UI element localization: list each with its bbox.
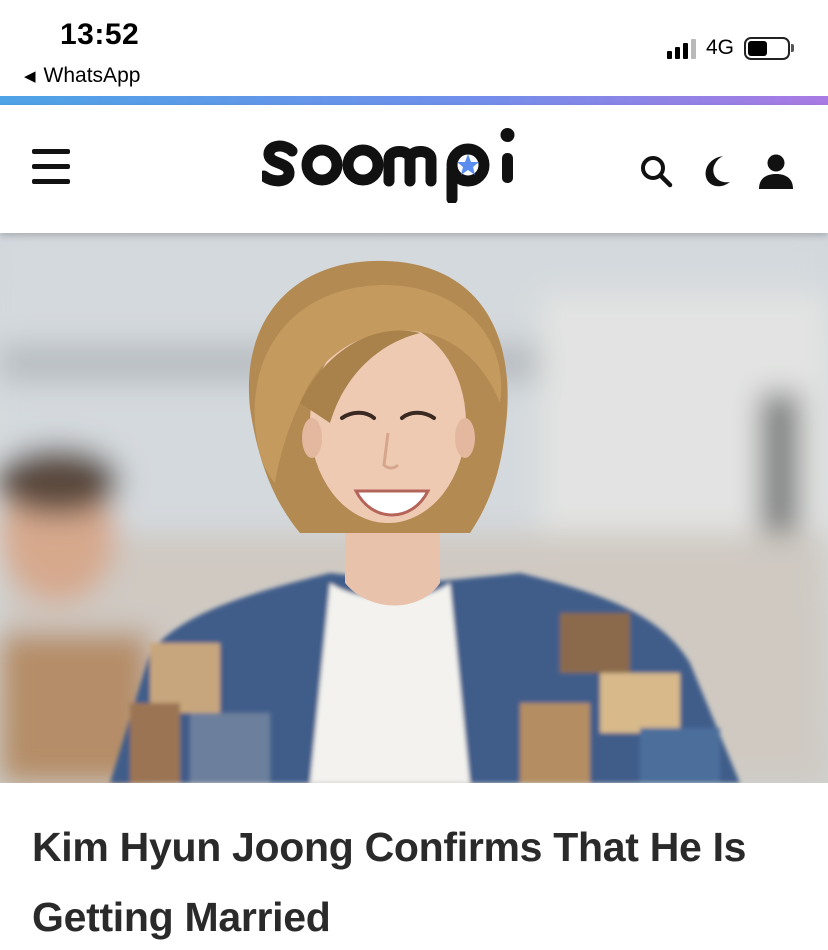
- battery-icon: [744, 36, 794, 60]
- moon-icon[interactable]: [696, 151, 736, 191]
- site-header: soompi: [0, 105, 828, 233]
- status-bar: 13:52 ◀ WhatsApp 4G: [0, 0, 828, 96]
- menu-icon[interactable]: [32, 147, 72, 187]
- accent-gradient-bar: [0, 96, 828, 105]
- battery-level-fill: [748, 40, 767, 56]
- soompi-logo[interactable]: soompi: [262, 121, 524, 203]
- back-to-app-link[interactable]: ◀ WhatsApp: [24, 64, 140, 88]
- article-hero-image: [0, 233, 828, 783]
- status-time: 13:52: [60, 18, 140, 51]
- network-type: 4G: [705, 36, 734, 59]
- search-icon[interactable]: [636, 151, 676, 191]
- status-indicators: 4G: [666, 36, 794, 60]
- back-arrow-icon: ◀: [24, 68, 36, 85]
- signal-strength-icon: [666, 37, 696, 59]
- user-icon[interactable]: [756, 151, 796, 191]
- back-app-label: WhatsApp: [43, 64, 141, 87]
- article-headline[interactable]: Kim Hyun Joong Confirms That He Is Getti…: [32, 812, 802, 950]
